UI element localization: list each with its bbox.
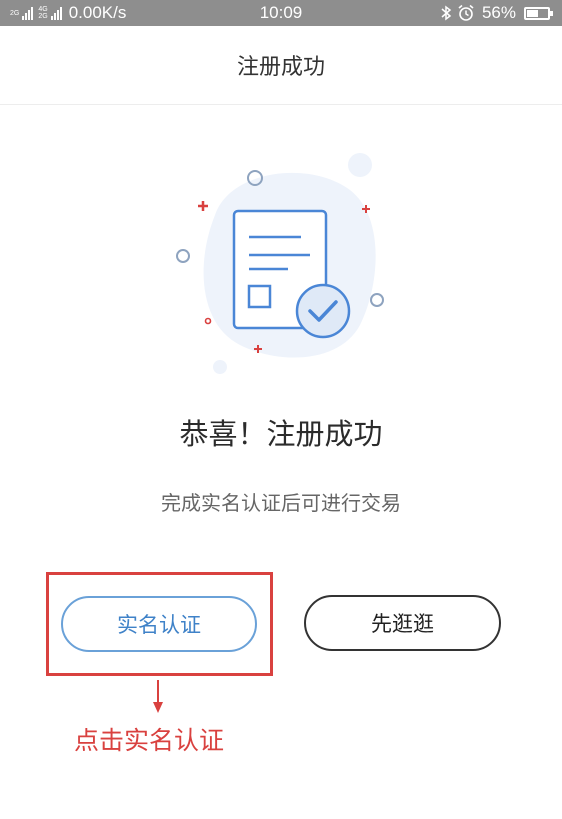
battery-percent: 56%	[481, 3, 516, 22]
battery-level	[527, 9, 538, 17]
nav-bar: 注册成功	[0, 26, 562, 105]
page-title: 注册成功	[236, 55, 325, 80]
arrow-down-icon	[153, 680, 163, 713]
bluetooth-icon	[441, 5, 452, 21]
success-headline: 恭喜！注册成功	[179, 417, 383, 451]
status-right: 56%	[440, 0, 553, 26]
annotation-text: 点击实名认证	[74, 726, 225, 755]
status-bar: 2G 4G 2G 0.00K/s 10:09 56%	[0, 0, 562, 26]
highlight-box	[46, 572, 273, 676]
battery-icon	[524, 6, 553, 20]
browse-first-button[interactable]: 先逛逛	[304, 595, 501, 651]
alarm-icon	[458, 4, 474, 21]
app-screen: 2G 4G 2G 0.00K/s 10:09 56% 注册成功 恭喜！注册成功 …	[0, 0, 562, 819]
document-check-icon	[176, 153, 384, 374]
verification-hint: 完成实名认证后可进行交易	[161, 491, 401, 515]
